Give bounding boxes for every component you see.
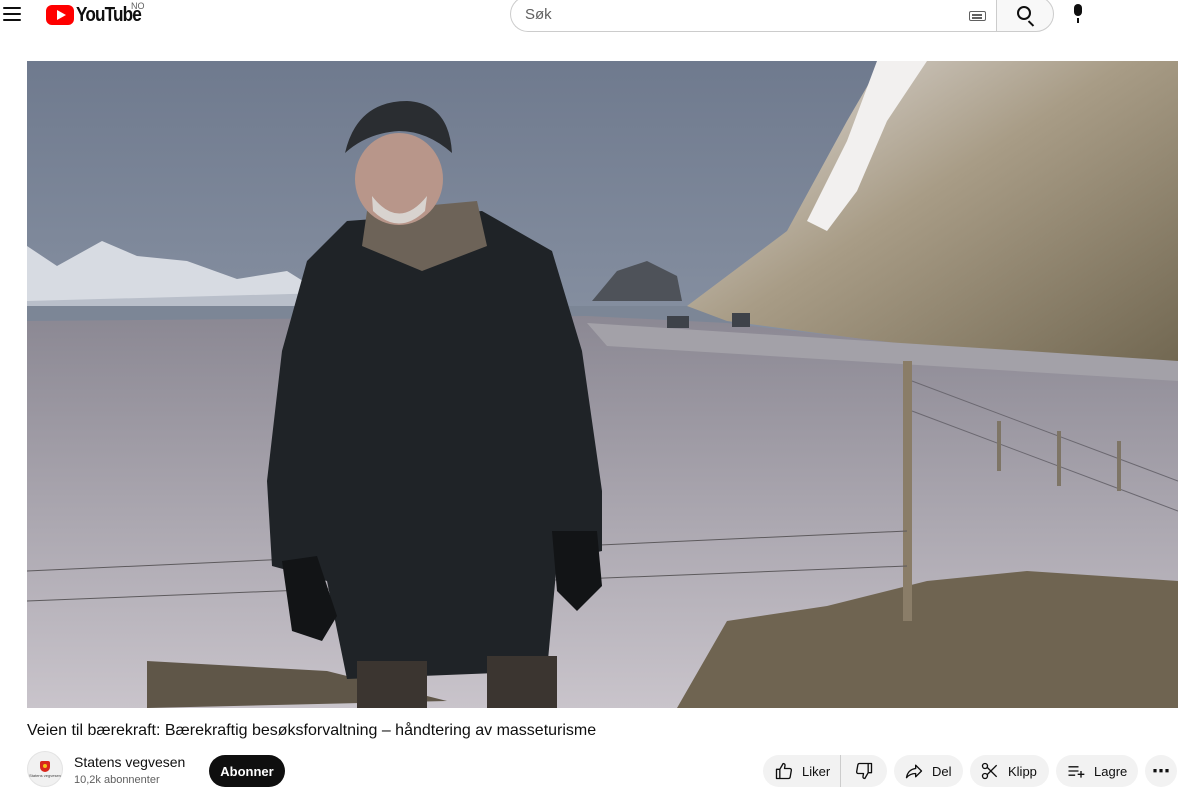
video-player[interactable] [27,61,1178,708]
channel-logo-crest [40,760,50,772]
clip-label: Klipp [1008,763,1037,779]
like-label: Liker [802,763,831,779]
avatar-text: Statens vegvesen [29,772,61,778]
search-input[interactable]: Søk [510,0,996,32]
scissors-icon [981,762,998,780]
thumbs-up-icon [775,762,793,780]
more-icon: ⋯ [1152,760,1170,781]
thumbs-down-icon [855,762,873,780]
masthead: YouTube NO Søk [0,0,1200,36]
save-label: Lagre [1094,763,1128,779]
channel-avatar[interactable]: Statens vegvesen [27,751,63,787]
menu-icon[interactable] [3,3,25,25]
video-frame [27,61,1178,708]
keyboard-icon[interactable] [969,11,986,21]
share-button[interactable]: Del [894,755,963,787]
playlist-add-icon [1068,766,1085,778]
country-code: NO [131,1,145,11]
share-arrow-icon [905,764,923,779]
more-actions-button[interactable]: ⋯ [1145,755,1177,787]
like-dislike-group: Liker [763,755,887,787]
clip-button[interactable]: Klipp [970,755,1049,787]
youtube-play-icon [46,5,74,25]
save-button[interactable]: Lagre [1056,755,1138,787]
subscribe-button[interactable]: Abonner [209,755,285,787]
search-placeholder: Søk [525,5,552,23]
dislike-button[interactable] [841,755,887,787]
search-button[interactable] [996,0,1054,32]
subscriber-count: 10,2k abonnenter [74,774,160,786]
video-title: Veien til bærekraft: Bærekraftig besøksf… [27,722,597,739]
search-icon [1017,6,1031,20]
like-button[interactable]: Liker [763,755,841,787]
mic-icon[interactable] [1070,4,1086,26]
share-label: Del [932,763,952,779]
channel-name[interactable]: Statens vegvesen [74,754,185,770]
